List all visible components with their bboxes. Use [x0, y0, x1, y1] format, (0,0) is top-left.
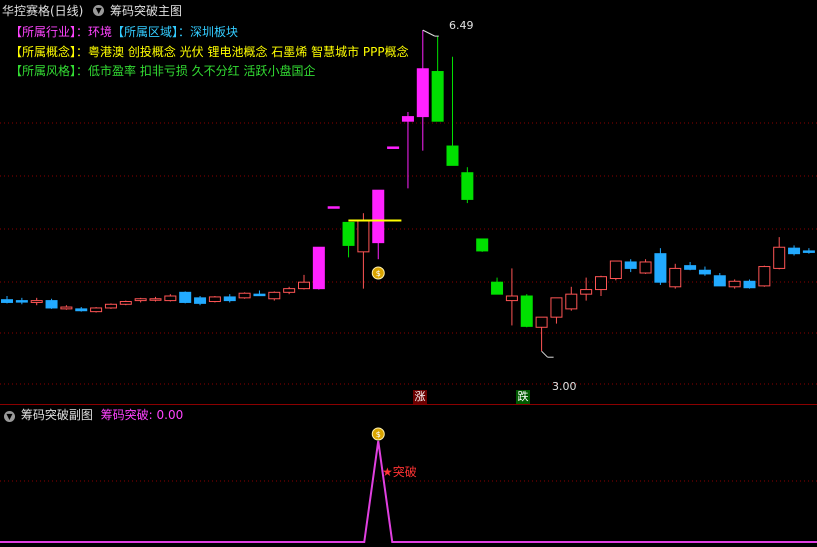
candle-body	[802, 250, 815, 253]
candle-body	[580, 289, 593, 295]
grid-lines	[0, 122, 817, 385]
candle-body	[550, 297, 563, 318]
candle-body	[179, 291, 192, 303]
region-value: 深圳板块	[190, 25, 239, 39]
low-marker-line	[541, 350, 548, 358]
candle-body	[639, 261, 652, 274]
candle-body	[119, 301, 132, 305]
low-price-label: 3.00	[552, 380, 577, 393]
chevron-down-icon[interactable]: ▼	[93, 5, 105, 16]
candle-body	[654, 253, 667, 283]
main-chart-panel[interactable]: $ 华控赛格(日线) ▼ 筹码突破主图 【所属行业】：环境【所属区域】：深圳板块…	[0, 0, 817, 404]
candle-body	[505, 295, 518, 302]
candle-body	[75, 308, 88, 312]
style-label: 【所属风格】：	[10, 64, 89, 78]
candle-body	[476, 238, 489, 252]
candle-body	[1, 299, 13, 303]
style-line: 【所属风格】：低市盈率 扣非亏损 久不分红 活跃小盘国企	[10, 62, 315, 79]
candle-body	[416, 68, 429, 118]
concept-label: 【所属概念】：	[10, 45, 89, 59]
indicator-line	[0, 440, 817, 543]
candle-body	[208, 296, 221, 303]
candle-body	[609, 260, 622, 280]
candle-body	[758, 266, 771, 287]
candle-body	[401, 116, 414, 122]
money-bag-icon-glyph: $	[376, 269, 381, 278]
main-title-bar: 华控赛格(日线) ▼ 筹码突破主图	[2, 2, 182, 18]
candle-body	[491, 281, 504, 295]
region-label: 【所属区域】：	[112, 25, 191, 39]
candle-body	[595, 276, 607, 291]
industry-value: 环境	[88, 25, 113, 39]
candle-body	[104, 303, 117, 309]
candle-body	[535, 316, 548, 328]
candle-body	[194, 297, 207, 304]
high-price-label: 6.49	[449, 19, 474, 32]
industry-label: 【所属行业】：	[10, 25, 89, 39]
candle-body	[312, 246, 325, 290]
sub-indicator-title[interactable]: 筹码突破副图	[21, 408, 93, 422]
sub-indicator-value: 筹码突破: 0.00	[100, 408, 184, 422]
candle-body	[298, 281, 310, 290]
candle-body	[45, 300, 58, 309]
candlestick-chart[interactable]: $	[0, 0, 817, 404]
candle-body	[90, 307, 103, 313]
candle-body	[713, 275, 726, 287]
industry-line: 【所属行业】：环境【所属区域】：深圳板块	[10, 23, 238, 40]
main-indicator-title[interactable]: 筹码突破主图	[110, 3, 182, 19]
concept-value: 粤港澳 创投概念 光伏 锂电池概念 石墨烯 智慧城市 PPP概念	[88, 45, 409, 59]
candle-body	[387, 146, 400, 149]
candle-body	[223, 296, 236, 302]
candle-body	[743, 280, 756, 289]
candle-body	[520, 295, 533, 327]
candle-body	[684, 265, 697, 270]
concept-line: 【所属概念】：粤港澳 创投概念 光伏 锂电池概念 石墨烯 智慧城市 PPP概念	[10, 43, 409, 60]
candle-body	[164, 295, 177, 302]
candle-body	[283, 288, 296, 293]
indicator-line-group: $	[0, 427, 817, 543]
candle-body	[268, 291, 281, 300]
limit-down-mark: 跌	[516, 390, 530, 404]
sub-chart-panel[interactable]: $ ▼ 筹码突破副图 筹码突破: 0.00 ★突破	[0, 405, 817, 547]
candle-body	[60, 306, 73, 310]
limit-up-mark: 涨	[413, 390, 427, 404]
candle-body	[238, 292, 251, 299]
candle-body	[342, 221, 355, 246]
candle-body	[372, 189, 385, 244]
candle-body	[253, 293, 266, 297]
candle-body	[669, 267, 682, 288]
breakout-text: 突破	[392, 465, 417, 479]
breakout-signal-label: ★突破	[382, 463, 417, 480]
high-marker-line	[422, 29, 436, 37]
candle-body	[565, 293, 578, 310]
candle-body	[149, 298, 162, 301]
candle-body	[327, 206, 340, 209]
chevron-down-icon[interactable]: ▼	[4, 411, 15, 422]
candle-body	[773, 246, 786, 269]
candle-body	[30, 300, 43, 303]
star-icon: ★	[382, 465, 393, 479]
candle-body	[788, 247, 801, 255]
candle-body	[357, 220, 370, 253]
money-bag-icon-glyph: $	[376, 430, 381, 439]
candle-body	[446, 145, 459, 166]
stock-name: 华控赛格(日线)	[2, 3, 84, 18]
style-value: 低市盈率 扣非亏损 久不分红 活跃小盘国企	[88, 64, 316, 78]
candle-body	[431, 71, 444, 122]
candle-body	[134, 298, 147, 302]
sub-title-bar: ▼ 筹码突破副图 筹码突破: 0.00	[2, 407, 183, 423]
candle-body	[461, 172, 474, 200]
candle-body	[728, 280, 741, 288]
candle-body	[624, 261, 637, 269]
candle-body	[698, 269, 711, 275]
candle-body	[15, 300, 28, 303]
